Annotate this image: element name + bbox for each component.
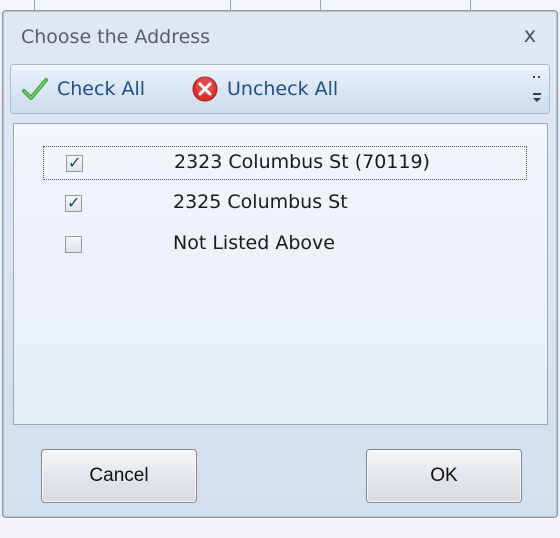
background-app-bottom (0, 518, 560, 538)
dialog-titlebar[interactable]: Choose the Address x (3, 11, 557, 61)
check-all-label: Check All (57, 78, 146, 100)
checkmark-icon: ✓ (67, 193, 81, 212)
green-checkmark-icon (21, 75, 49, 103)
list-item[interactable]: Not Listed Above (43, 228, 527, 262)
checkbox[interactable] (65, 236, 82, 253)
checkbox[interactable]: ✓ (65, 193, 82, 212)
uncheck-all-button[interactable]: Uncheck All (191, 73, 338, 105)
dialog-title: Choose the Address (21, 26, 211, 48)
list-item[interactable]: ✓ 2325 Columbus St (43, 187, 527, 221)
cancel-button[interactable]: Cancel (41, 449, 197, 503)
toolbar-overflow-icon[interactable] (531, 71, 543, 109)
address-label: 2323 Columbus St (70119) (174, 151, 430, 173)
address-label: 2325 Columbus St (173, 191, 348, 213)
checkmark-icon: ✓ (68, 153, 82, 172)
checkbox[interactable]: ✓ (66, 153, 83, 172)
close-button[interactable]: x (519, 23, 541, 47)
check-all-button[interactable]: Check All (21, 73, 145, 105)
toolbar: Check All Uncheck All (10, 64, 550, 114)
red-x-circle-icon (191, 75, 219, 103)
address-label: Not Listed Above (173, 232, 335, 254)
uncheck-all-label: Uncheck All (227, 78, 339, 100)
choose-address-dialog: Choose the Address x Check All Uncheck A… (2, 10, 558, 518)
list-item[interactable]: ✓ 2323 Columbus St (70119) (43, 146, 527, 180)
address-list: ✓ 2323 Columbus St (70119) ✓ 2325 Columb… (13, 123, 548, 425)
ok-button[interactable]: OK (366, 449, 522, 503)
